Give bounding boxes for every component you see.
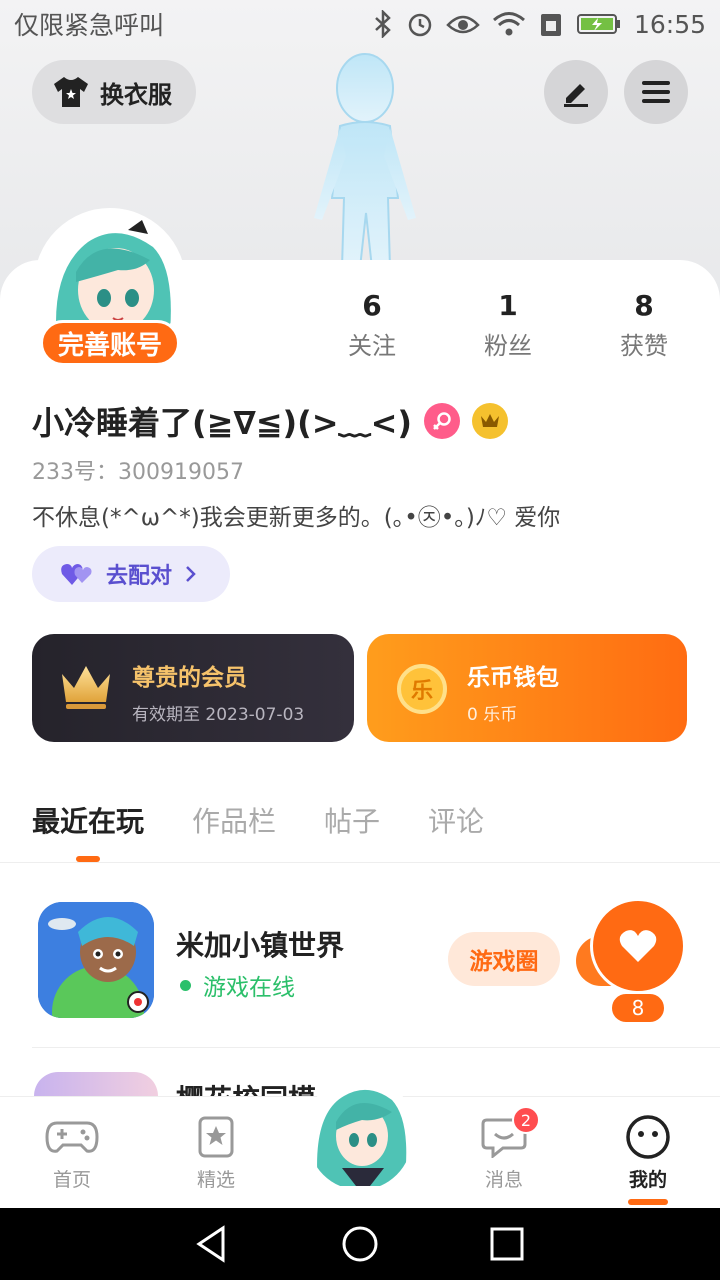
game-online-status: 游戏在线 (180, 968, 295, 1002)
tshirt-icon (54, 77, 88, 107)
nav-mine-label: 我的 (628, 1169, 667, 1191)
game-name: 米加小镇世界 (176, 929, 345, 962)
menu-button[interactable] (624, 60, 688, 124)
nickname-row: 小冷睡着了(≧∇≦)(>﹏<) (32, 398, 509, 444)
nav-active-indicator (628, 1199, 668, 1205)
bluetooth-icon (375, 10, 391, 38)
edit-profile-button[interactable] (544, 60, 608, 124)
hearts-icon (61, 564, 92, 585)
menu-icon (642, 81, 670, 103)
user-id: 233号：300919057 (32, 460, 244, 485)
stat-following[interactable]: 6 关注 (312, 288, 432, 368)
match-button[interactable]: 去配对 (32, 546, 230, 602)
gamepad-icon (45, 1121, 99, 1153)
nav-home-label: 首页 (52, 1169, 91, 1191)
stat-followers-count: 1 (498, 289, 518, 322)
stat-followers-label: 粉丝 (484, 332, 532, 360)
tab-posts[interactable]: 帖子 (324, 800, 380, 840)
nav-mine[interactable]: 我的 (598, 1115, 698, 1205)
complete-account-badge[interactable]: 完善账号 (40, 320, 180, 366)
game-status-label: 游戏在线 (203, 975, 295, 1001)
female-gender-icon (424, 403, 461, 439)
wallet-title: 乐币钱包 (467, 665, 559, 691)
stat-likes-label: 获赞 (620, 332, 668, 360)
heart-icon (619, 930, 657, 962)
row-divider (32, 1047, 720, 1048)
user-bio: 不休息(*^ω^*)我会更新更多的。(｡•㉨•｡)ﾉ♡ 爱你 (32, 505, 561, 531)
nav-featured-label: 精选 (196, 1169, 235, 1191)
status-bar: 仅限紧急呼叫 16:55 (0, 0, 720, 48)
tab-works[interactable]: 作品栏 (192, 800, 276, 840)
like-count: 8 (610, 992, 666, 1024)
nav-avatar-button[interactable] (308, 1074, 412, 1190)
game-like-button[interactable]: 8 (576, 896, 692, 1024)
vip-title: 尊贵的会员 (132, 665, 247, 691)
crown-icon (62, 666, 110, 709)
online-dot-icon (180, 979, 191, 991)
nav-home[interactable]: 首页 (22, 1115, 122, 1192)
messages-count-badge: 2 (512, 1106, 540, 1134)
stat-likes[interactable]: 8 获赞 (584, 288, 704, 368)
change-outfit-label: 换衣服 (100, 80, 172, 109)
vip-card[interactable]: 尊贵的会员 有效期至 2023-07-03 (32, 634, 354, 742)
like-circle (590, 898, 686, 994)
stat-following-label: 关注 (348, 332, 396, 360)
coin-icon: 乐 (397, 664, 447, 714)
back-icon[interactable] (193, 1224, 233, 1264)
change-outfit-button[interactable]: 换衣服 (32, 60, 196, 124)
smile-face-icon (626, 1115, 670, 1159)
crown-badge-icon (472, 403, 509, 439)
status-time: 16:55 (633, 9, 706, 39)
match-label: 去配对 (106, 564, 173, 589)
stat-followers[interactable]: 1 粉丝 (448, 288, 568, 368)
game-list-item[interactable]: 米加小镇世界 游戏在线 游戏圈 8 (0, 880, 720, 1048)
game-icon (38, 902, 154, 1018)
tab-comments[interactable]: 评论 (428, 800, 484, 840)
stat-following-count: 6 (362, 289, 382, 322)
chevron-right-icon (186, 566, 196, 582)
profile-tabs: 最近在玩 作品栏 帖子 评论 (32, 800, 484, 840)
nav-featured[interactable]: 精选 (166, 1115, 266, 1192)
tab-recently-played[interactable]: 最近在玩 (32, 800, 144, 840)
avatar (308, 1074, 412, 1190)
eye-icon (446, 15, 480, 34)
nav-messages-label: 消息 (484, 1169, 523, 1191)
system-navigation-bar (0, 1208, 720, 1280)
game-circle-button[interactable]: 游戏圈 (448, 932, 560, 986)
status-carrier-text: 仅限紧急呼叫 (14, 11, 165, 40)
alarm-icon (408, 13, 432, 37)
wallet-card[interactable]: 乐 乐币钱包 0 乐币 (367, 634, 687, 742)
nav-messages[interactable]: 消息 (454, 1115, 554, 1192)
battery-icon (576, 14, 620, 34)
home-icon[interactable] (340, 1224, 380, 1264)
star-bookmark-icon (198, 1116, 234, 1158)
tabs-divider (0, 862, 720, 863)
avatar-hologram (314, 53, 416, 268)
recents-icon[interactable] (487, 1224, 527, 1264)
vip-expiry: 有效期至 2023-07-03 (132, 705, 305, 725)
wifi-icon (492, 12, 525, 36)
wallet-balance: 0 乐币 (467, 705, 518, 725)
stat-likes-count: 8 (634, 289, 654, 322)
nickname: 小冷睡着了(≧∇≦)(>﹏<) (32, 404, 413, 442)
sim-icon (540, 14, 561, 36)
pencil-icon (564, 84, 588, 107)
